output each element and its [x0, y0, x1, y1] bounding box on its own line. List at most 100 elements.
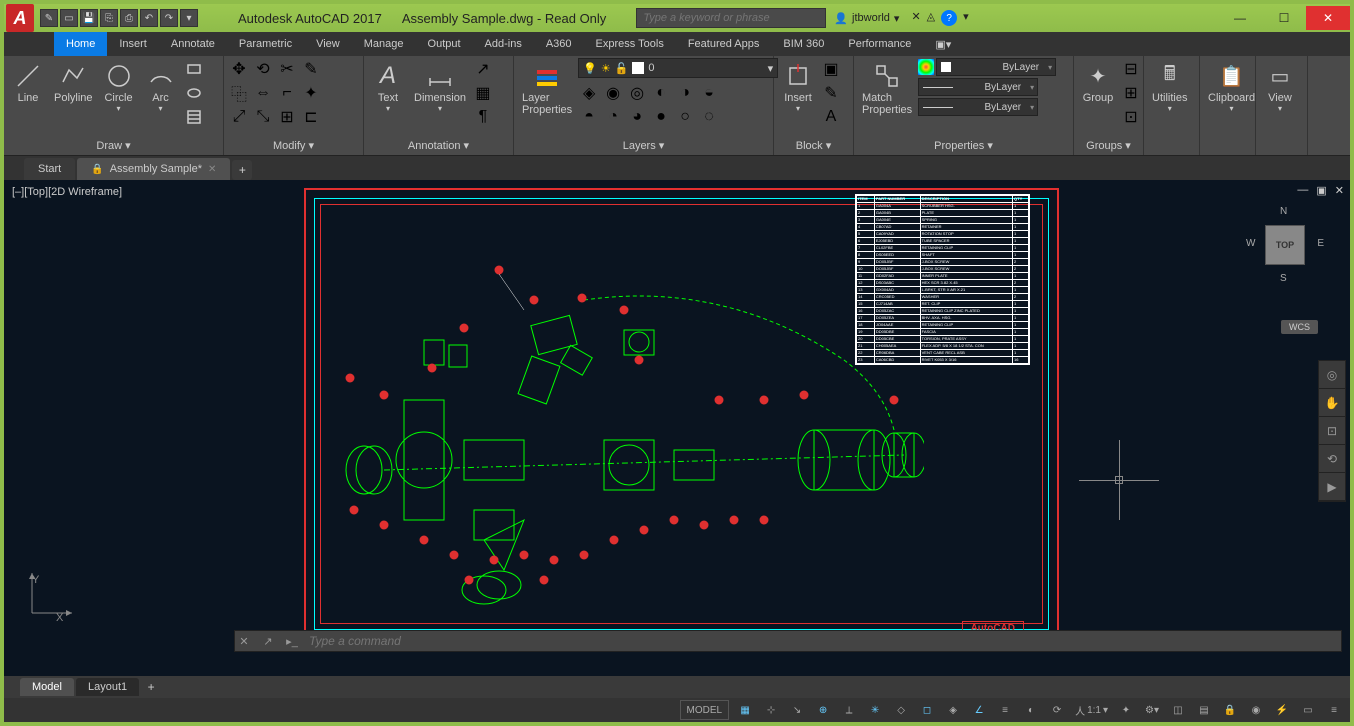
matchprops-button[interactable]: Match Properties	[858, 58, 916, 118]
clipboard-button[interactable]: 📋Clipboard▾	[1204, 58, 1259, 115]
layer-tool12-icon[interactable]: ◌	[698, 106, 720, 128]
pan-icon[interactable]: ✋	[1319, 389, 1345, 417]
ungroup-icon[interactable]: ⊟	[1120, 58, 1142, 80]
showmotion-icon[interactable]: ▶	[1319, 473, 1345, 501]
copy-icon[interactable]: ⿻	[228, 82, 250, 104]
ribbon-expand-icon[interactable]: ▣▾	[923, 32, 963, 56]
tab-insert[interactable]: Insert	[107, 32, 159, 56]
color-dropdown[interactable]: ByLayer	[936, 58, 1056, 76]
lock-ui-icon[interactable]: 🔒	[1220, 700, 1240, 720]
saveas-icon[interactable]: ⎘	[100, 9, 118, 27]
attr-icon[interactable]: A	[820, 106, 842, 128]
panel-annotation[interactable]: Annotation ▾	[368, 137, 509, 155]
maximize-button[interactable]: ☐	[1262, 6, 1306, 30]
hatch-icon[interactable]	[183, 106, 205, 128]
tab-current-file[interactable]: 🔒 Assembly Sample* ✕	[77, 158, 230, 180]
cleanscreen-icon[interactable]: ▭	[1298, 700, 1318, 720]
minimize-button[interactable]: —	[1218, 6, 1262, 30]
app-icon[interactable]: A	[6, 4, 34, 32]
command-input[interactable]	[307, 632, 1341, 650]
panel-block[interactable]: Block ▾	[778, 137, 849, 155]
offset-icon[interactable]: ⊏	[300, 106, 322, 128]
hwaccel-icon[interactable]: ⚡	[1272, 700, 1292, 720]
lineweight-dropdown[interactable]: ByLayer	[918, 78, 1038, 96]
table-icon[interactable]: ▦	[472, 82, 494, 104]
group-edit-icon[interactable]: ⊞	[1120, 82, 1142, 104]
redo-icon[interactable]: ↷	[160, 9, 178, 27]
add-tab-button[interactable]: +	[232, 160, 252, 180]
wcs-badge[interactable]: WCS	[1281, 320, 1318, 334]
lineweight-icon[interactable]: ≡	[995, 700, 1015, 720]
layer-tool11-icon[interactable]: ○	[674, 106, 696, 128]
vp-restore-icon[interactable]: ▣	[1316, 184, 1326, 197]
utilities-button[interactable]: 🖩Utilities▾	[1148, 58, 1191, 115]
line-button[interactable]: Line	[8, 58, 48, 106]
layer-tool7-icon[interactable]: ◓	[578, 106, 600, 128]
polyline-button[interactable]: Polyline	[50, 58, 97, 106]
units-icon[interactable]: ◫	[1168, 700, 1188, 720]
signin-user[interactable]: 👤 jtbworld ▾	[834, 12, 899, 25]
save-icon[interactable]: 💾	[80, 9, 98, 27]
snap-icon[interactable]: ⊹	[761, 700, 781, 720]
isolate-icon[interactable]: ◉	[1246, 700, 1266, 720]
create-block-icon[interactable]: ▣	[820, 58, 842, 80]
infer-icon[interactable]: ↘	[787, 700, 807, 720]
cmd-close-icon[interactable]: ✕	[235, 632, 253, 650]
dimension-button[interactable]: Dimension▾	[410, 58, 470, 115]
trim-icon[interactable]: ✂	[276, 58, 298, 80]
panel-groups[interactable]: Groups ▾	[1078, 137, 1139, 155]
layer-tool4-icon[interactable]: ◐	[650, 82, 672, 104]
tab-a360[interactable]: A360	[534, 32, 584, 56]
otrack-icon[interactable]: ∠	[969, 700, 989, 720]
vp-close-icon[interactable]: ✕	[1335, 184, 1344, 197]
dynamic-input-icon[interactable]: ⊕	[813, 700, 833, 720]
layer-dropdown[interactable]: 💡 ☀ 🔓 0 ▾	[578, 58, 778, 78]
customize-icon[interactable]: ≡	[1324, 700, 1344, 720]
ellipse-icon[interactable]	[183, 82, 205, 104]
polar-icon[interactable]: ✳	[865, 700, 885, 720]
array-icon[interactable]: ⊞	[276, 106, 298, 128]
panel-draw[interactable]: Draw ▾	[8, 137, 219, 155]
tab-layout1[interactable]: Layout1	[76, 678, 139, 696]
tab-performance[interactable]: Performance	[836, 32, 923, 56]
group-button[interactable]: ✦Group	[1078, 58, 1118, 106]
layer-tool6-icon[interactable]: ◒	[698, 82, 720, 104]
erase-icon[interactable]: ✎	[300, 58, 322, 80]
tab-view[interactable]: View	[304, 32, 352, 56]
cmd-recent-icon[interactable]: ↗	[259, 632, 277, 650]
tab-model[interactable]: Model	[20, 678, 74, 696]
open-icon[interactable]: ▭	[60, 9, 78, 27]
ucs-icon[interactable]	[22, 563, 82, 626]
mirror-icon[interactable]: ⇔	[252, 82, 274, 104]
layerprops-button[interactable]: Layer Properties	[518, 58, 576, 118]
quickprops-icon[interactable]: ▤	[1194, 700, 1214, 720]
viewcube-top[interactable]: TOP	[1265, 225, 1305, 265]
viewcube[interactable]: TOP N S W E	[1250, 210, 1320, 280]
undo-icon[interactable]: ↶	[140, 9, 158, 27]
explode-icon[interactable]: ✦	[300, 82, 322, 104]
tab-addins[interactable]: Add-ins	[473, 32, 534, 56]
drawing-canvas[interactable]: [–][Top][2D Wireframe] — ▣ ✕ ITEMPART NU…	[4, 180, 1350, 676]
tab-bim360[interactable]: BIM 360	[771, 32, 836, 56]
exchange-icon[interactable]: ✕	[911, 10, 920, 26]
iso-icon[interactable]: ◇	[891, 700, 911, 720]
transparency-icon[interactable]: ◐	[1021, 700, 1041, 720]
zoom-extents-icon[interactable]: ⊡	[1319, 417, 1345, 445]
command-line[interactable]: ✕ ↗ ▸_	[234, 630, 1342, 652]
steering-wheel-icon[interactable]: ◎	[1319, 361, 1345, 389]
edit-block-icon[interactable]: ✎	[820, 82, 842, 104]
osnap-icon[interactable]: ◻	[917, 700, 937, 720]
help-icon[interactable]: ?	[941, 10, 957, 26]
ortho-icon[interactable]: ⟂	[839, 700, 859, 720]
layer-tool3-icon[interactable]: ◎	[626, 82, 648, 104]
leader-icon[interactable]: ↗	[472, 58, 494, 80]
panel-modify[interactable]: Modify ▾	[228, 137, 359, 155]
layer-tool9-icon[interactable]: ◕	[626, 106, 648, 128]
layer-tool8-icon[interactable]: ◔	[602, 106, 624, 128]
new-icon[interactable]: ✎	[40, 9, 58, 27]
plot-icon[interactable]: ⎙	[120, 9, 138, 27]
layer-tool10-icon[interactable]: ●	[650, 106, 672, 128]
tab-manage[interactable]: Manage	[352, 32, 416, 56]
tab-output[interactable]: Output	[416, 32, 473, 56]
layer-tool5-icon[interactable]: ◑	[674, 82, 696, 104]
